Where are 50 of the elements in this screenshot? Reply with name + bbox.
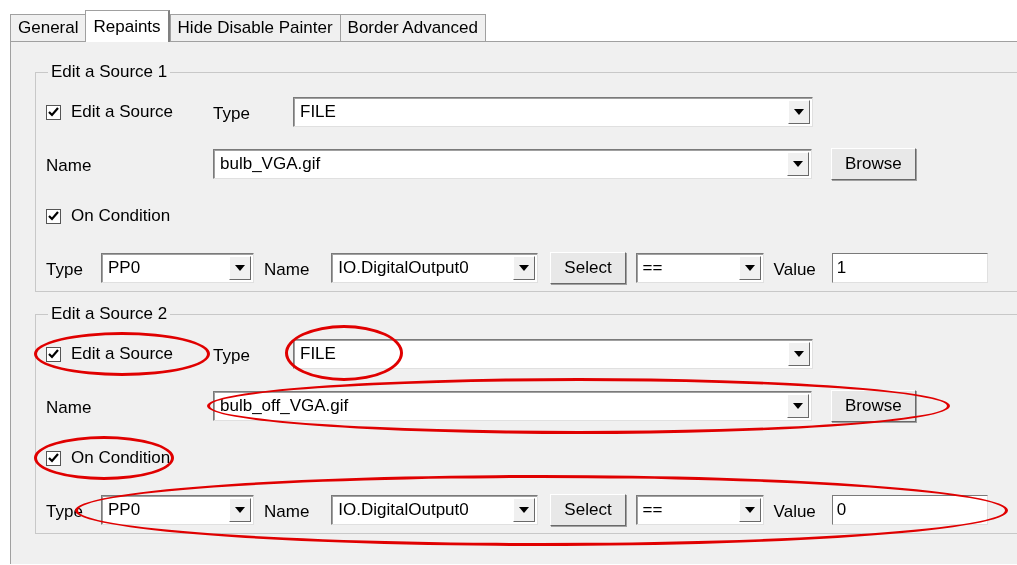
condition-type-dropdown[interactable]: PP0 — [101, 253, 254, 283]
variable-dropdown[interactable]: IO.DigitalOutput0 — [331, 495, 539, 525]
operator-dropdown[interactable]: == — [635, 253, 764, 283]
select-button[interactable]: Select — [550, 494, 626, 526]
dropdown-arrow-icon — [744, 507, 755, 513]
checkbox[interactable]: Edit a Source — [46, 344, 174, 364]
type-label: Type — [213, 345, 251, 366]
operator-dropdown[interactable]: == — [635, 495, 764, 525]
checkbox[interactable]: On Condition — [46, 448, 171, 468]
dropdown-arrow-icon — [235, 507, 245, 513]
source-type-dropdown[interactable]: FILE — [293, 97, 813, 127]
tab[interactable]: Repaints — [85, 10, 170, 42]
source-type-dropdown[interactable]: FILE — [293, 339, 813, 369]
condition-type-dropdown[interactable]: PP0 — [101, 495, 254, 525]
browse-button[interactable]: Browse — [831, 148, 916, 180]
checkmark-icon — [48, 107, 59, 117]
checkmark-icon — [48, 211, 59, 221]
dropdown-arrow-icon — [793, 161, 803, 167]
checkmark-icon — [48, 349, 59, 359]
browse-button[interactable]: Browse — [831, 390, 916, 422]
name-label: Name — [46, 155, 93, 176]
checkbox[interactable]: Edit a Source — [46, 102, 174, 122]
filename-dropdown[interactable]: bulb_off_VGA.gif — [213, 391, 812, 421]
checkbox[interactable]: On Condition — [46, 206, 171, 226]
select-button[interactable]: Select — [550, 252, 626, 284]
dropdown-arrow-icon — [794, 109, 804, 115]
value-field[interactable]: 1 — [831, 253, 988, 283]
name-label: Name — [264, 259, 310, 280]
value-field[interactable]: 0 — [831, 495, 988, 525]
filename-dropdown[interactable]: bulb_VGA.gif — [213, 149, 812, 179]
dropdown-arrow-icon — [794, 351, 804, 357]
group-title: Edit a Source 2 — [50, 304, 169, 324]
type-label: Type — [46, 259, 84, 280]
checkmark-icon — [48, 453, 59, 463]
tab[interactable]: General — [10, 14, 87, 42]
tab[interactable]: Hide Disable Painter — [169, 14, 341, 42]
dropdown-arrow-icon — [793, 403, 803, 409]
group-title: Edit a Source 1 — [50, 62, 169, 82]
name-label: Name — [264, 501, 310, 522]
value-label: Value — [773, 501, 816, 522]
dropdown-arrow-icon — [519, 265, 530, 271]
variable-dropdown[interactable]: IO.DigitalOutput0 — [331, 253, 539, 283]
tab[interactable]: Border Advanced — [339, 14, 486, 42]
dropdown-arrow-icon — [744, 265, 755, 271]
name-label: Name — [46, 397, 93, 418]
type-label: Type — [213, 103, 251, 124]
dropdown-arrow-icon — [235, 265, 245, 271]
dropdown-arrow-icon — [519, 507, 530, 513]
value-label: Value — [773, 259, 816, 280]
type-label: Type — [46, 501, 84, 522]
